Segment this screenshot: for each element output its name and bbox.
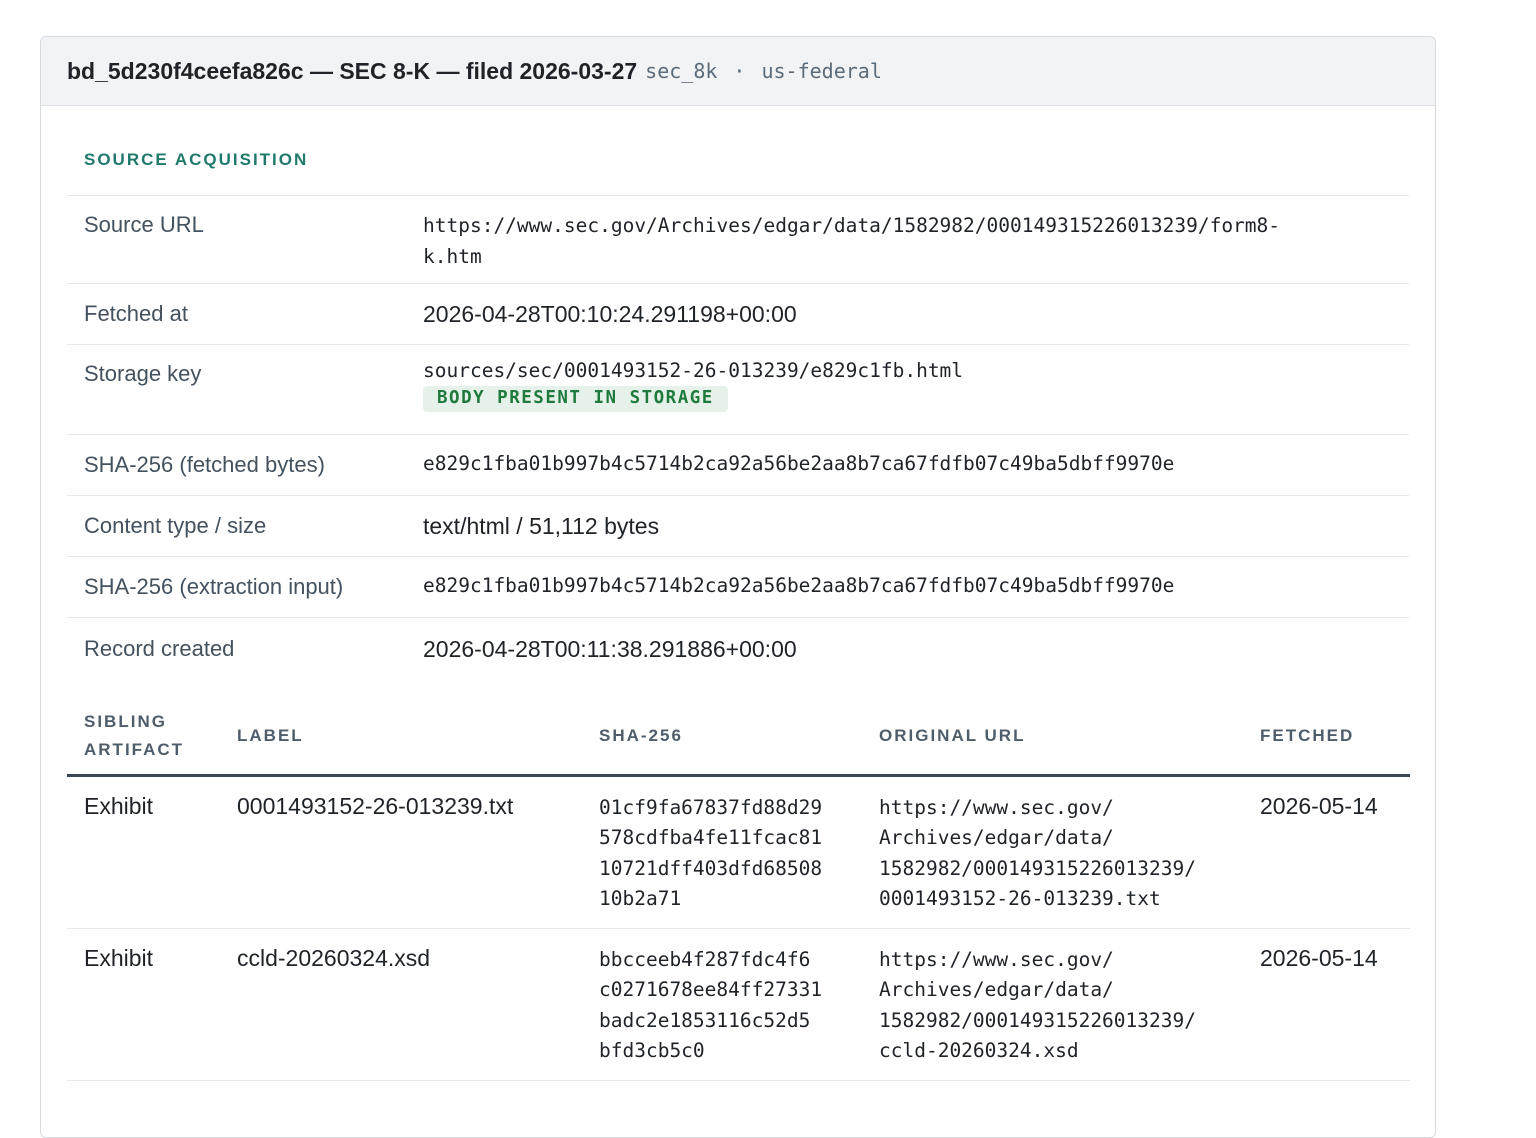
row-record-created: Record created 2026-04-28T00:11:38.29188… xyxy=(67,618,1409,680)
value-fetched-at: 2026-04-28T00:10:24.291198+00:00 xyxy=(423,300,797,327)
label-content-type: Content type / size xyxy=(84,513,267,538)
row-fetched-at: Fetched at 2026-04-28T00:10:24.291198+00… xyxy=(67,284,1409,345)
card-body: SOURCE ACQUISITION Source URL https://ww… xyxy=(41,106,1435,1082)
record-tags: sec_8k · us-federal xyxy=(645,59,882,83)
cell-sha: 01cf9fa67837fd88d29 578cdfba4fe11fcac81 … xyxy=(599,775,879,930)
row-content-type: Content type / size text/html / 51,112 b… xyxy=(67,496,1409,557)
record-title: bd_5d230f4ceefa826c — SEC 8-K — filed 20… xyxy=(67,57,638,84)
cell-original-url[interactable]: https://www.sec.gov/ Archives/edgar/data… xyxy=(879,775,1260,930)
cell-label: ccld-20260324.xsd xyxy=(237,928,599,1082)
cell-sha: bbcceeb4f287fdc4f6 c0271678ee84ff27331 b… xyxy=(599,928,879,1082)
value-record-created: 2026-04-28T00:11:38.291886+00:00 xyxy=(423,635,797,662)
label-sha-extraction: SHA-256 (extraction input) xyxy=(84,574,344,599)
row-sha-fetched: SHA-256 (fetched bytes) e829c1fba01b997b… xyxy=(67,435,1409,496)
tag-form-type: sec_8k xyxy=(645,59,718,83)
label-fetched-at: Fetched at xyxy=(84,301,188,326)
col-fetched[interactable]: FETCHED xyxy=(1260,698,1410,777)
value-sha-extraction: e829c1fba01b997b4c5714b2ca92a56be2aa8b7c… xyxy=(423,573,1175,597)
table-row: Exhibit 0001493152-26-013239.txt 01cf9fa… xyxy=(67,775,1410,930)
status-badge: BODY PRESENT IN STORAGE xyxy=(423,386,728,412)
cell-original-url[interactable]: https://www.sec.gov/ Archives/edgar/data… xyxy=(879,928,1260,1082)
cell-fetched: 2026-05-14 xyxy=(1260,775,1410,930)
row-sha-extraction: SHA-256 (extraction input) e829c1fba01b9… xyxy=(67,557,1409,618)
row-storage-key: Storage key sources/sec/0001493152-26-01… xyxy=(67,345,1409,435)
table-header-row: SIBLING ARTIFACT LABEL SHA-256 ORIGINAL … xyxy=(67,698,1410,777)
tag-separator: · xyxy=(733,59,746,83)
cell-label: 0001493152-26-013239.txt xyxy=(237,775,599,930)
cell-artifact: Exhibit xyxy=(67,775,237,930)
tag-jurisdiction: us-federal xyxy=(761,59,882,83)
record-card: bd_5d230f4ceefa826c — SEC 8-K — filed 20… xyxy=(40,36,1436,1138)
section-title-source: SOURCE ACQUISITION xyxy=(84,150,309,169)
table-row: Exhibit ccld-20260324.xsd bbcceeb4f287fd… xyxy=(67,928,1410,1082)
col-original-url[interactable]: ORIGINAL URL xyxy=(879,698,1260,777)
label-source-url: Source URL xyxy=(84,212,204,237)
value-sha-fetched: e829c1fba01b997b4c5714b2ca92a56be2aa8b7c… xyxy=(423,451,1175,475)
value-source-url[interactable]: https://www.sec.gov/Archives/edgar/data/… xyxy=(423,210,1409,283)
value-storage-key: sources/sec/0001493152-26-013239/e829c1f… xyxy=(423,359,1409,434)
source-acquisition-table: Source URL https://www.sec.gov/Archives/… xyxy=(67,195,1409,680)
sibling-artifacts-table: SIBLING ARTIFACT LABEL SHA-256 ORIGINAL … xyxy=(67,698,1410,1082)
value-content-type: text/html / 51,112 bytes xyxy=(423,512,660,539)
col-sibling-artifact[interactable]: SIBLING ARTIFACT xyxy=(67,698,237,777)
storage-key-path: sources/sec/0001493152-26-013239/e829c1f… xyxy=(423,359,964,382)
cell-artifact: Exhibit xyxy=(67,928,237,1082)
card-header: bd_5d230f4ceefa826c — SEC 8-K — filed 20… xyxy=(41,37,1435,106)
label-sha-fetched: SHA-256 (fetched bytes) xyxy=(84,452,325,477)
cell-fetched: 2026-05-14 xyxy=(1260,928,1410,1082)
row-source-url: Source URL https://www.sec.gov/Archives/… xyxy=(67,196,1409,284)
col-sha[interactable]: SHA-256 xyxy=(599,698,879,777)
label-storage-key: Storage key xyxy=(84,361,202,386)
label-record-created: Record created xyxy=(84,636,235,661)
col-label[interactable]: LABEL xyxy=(237,698,599,777)
